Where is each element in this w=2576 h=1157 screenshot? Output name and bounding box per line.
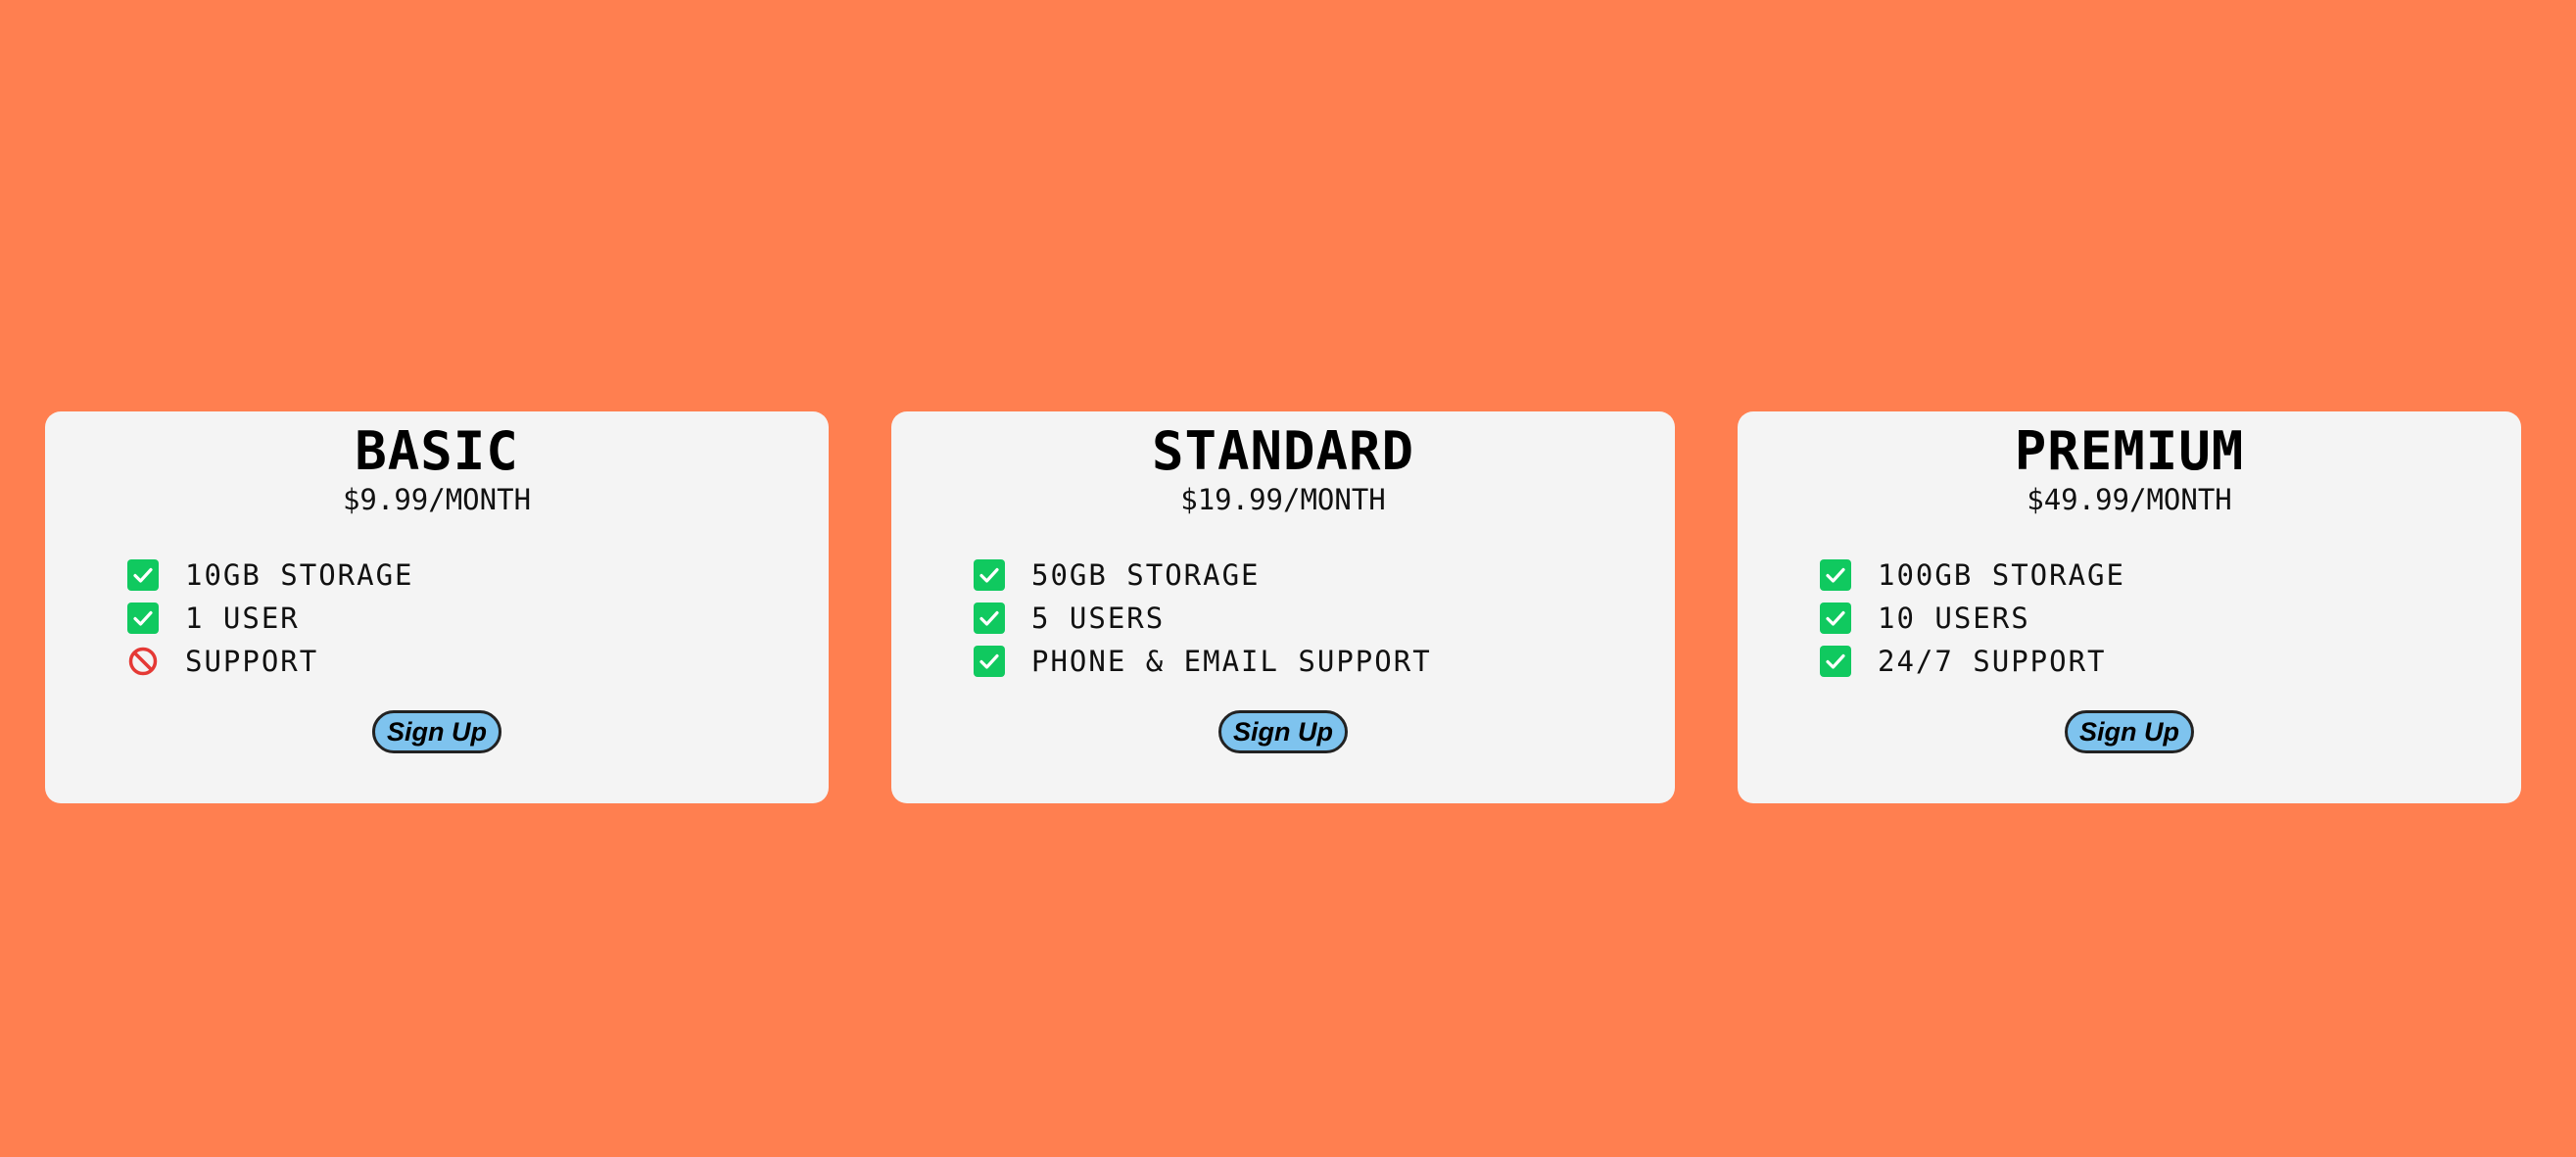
feature-item: SUPPORT (127, 640, 414, 683)
plan-price: $49.99/MONTH (2027, 483, 2232, 516)
sign-up-button[interactable]: Sign Up (372, 710, 501, 753)
check-icon (1820, 559, 1851, 591)
sign-up-button[interactable]: Sign Up (1218, 710, 1348, 753)
feature-item: 100GB STORAGE (1820, 554, 2125, 597)
check-icon (974, 559, 1005, 591)
check-icon (1820, 646, 1851, 677)
feature-item: 1 USER (127, 597, 414, 640)
pricing-card-premium: PREMIUM $49.99/MONTH 100GB STORAGE 10 US… (1738, 411, 2521, 803)
feature-text: PHONE & EMAIL SUPPORT (1031, 645, 1432, 678)
plan-name: BASIC (355, 420, 519, 482)
feature-list: 50GB STORAGE 5 USERS PHONE & EMAIL SUPPO… (974, 554, 1432, 683)
feature-item: 10 USERS (1820, 597, 2125, 640)
check-icon (127, 603, 159, 634)
pricing-cards: BASIC $9.99/MONTH 10GB STORAGE 1 USER SU… (0, 411, 2576, 803)
check-icon (974, 603, 1005, 634)
feature-item: 50GB STORAGE (974, 554, 1432, 597)
prohibited-icon (127, 646, 159, 677)
feature-text: 100GB STORAGE (1878, 558, 2125, 592)
feature-item: PHONE & EMAIL SUPPORT (974, 640, 1432, 683)
feature-text: 10 USERS (1878, 602, 2030, 635)
plan-name: PREMIUM (2014, 420, 2245, 482)
feature-text: 24/7 SUPPORT (1878, 645, 2107, 678)
feature-list: 100GB STORAGE 10 USERS 24/7 SUPPORT (1820, 554, 2125, 683)
feature-item: 10GB STORAGE (127, 554, 414, 597)
feature-text: 10GB STORAGE (185, 558, 414, 592)
check-icon (974, 646, 1005, 677)
plan-name: STANDARD (1151, 420, 1415, 482)
sign-up-button[interactable]: Sign Up (2065, 710, 2194, 753)
plan-price: $9.99/MONTH (342, 483, 532, 516)
feature-text: SUPPORT (185, 645, 319, 678)
feature-item: 5 USERS (974, 597, 1432, 640)
feature-text: 50GB STORAGE (1031, 558, 1261, 592)
pricing-card-standard: STANDARD $19.99/MONTH 50GB STORAGE 5 USE… (891, 411, 1675, 803)
plan-price: $19.99/MONTH (1180, 483, 1386, 516)
check-icon (1820, 603, 1851, 634)
feature-text: 1 USER (185, 602, 300, 635)
feature-text: 5 USERS (1031, 602, 1166, 635)
feature-list: 10GB STORAGE 1 USER SUPPORT (127, 554, 414, 683)
check-icon (127, 559, 159, 591)
pricing-card-basic: BASIC $9.99/MONTH 10GB STORAGE 1 USER SU… (45, 411, 829, 803)
feature-item: 24/7 SUPPORT (1820, 640, 2125, 683)
